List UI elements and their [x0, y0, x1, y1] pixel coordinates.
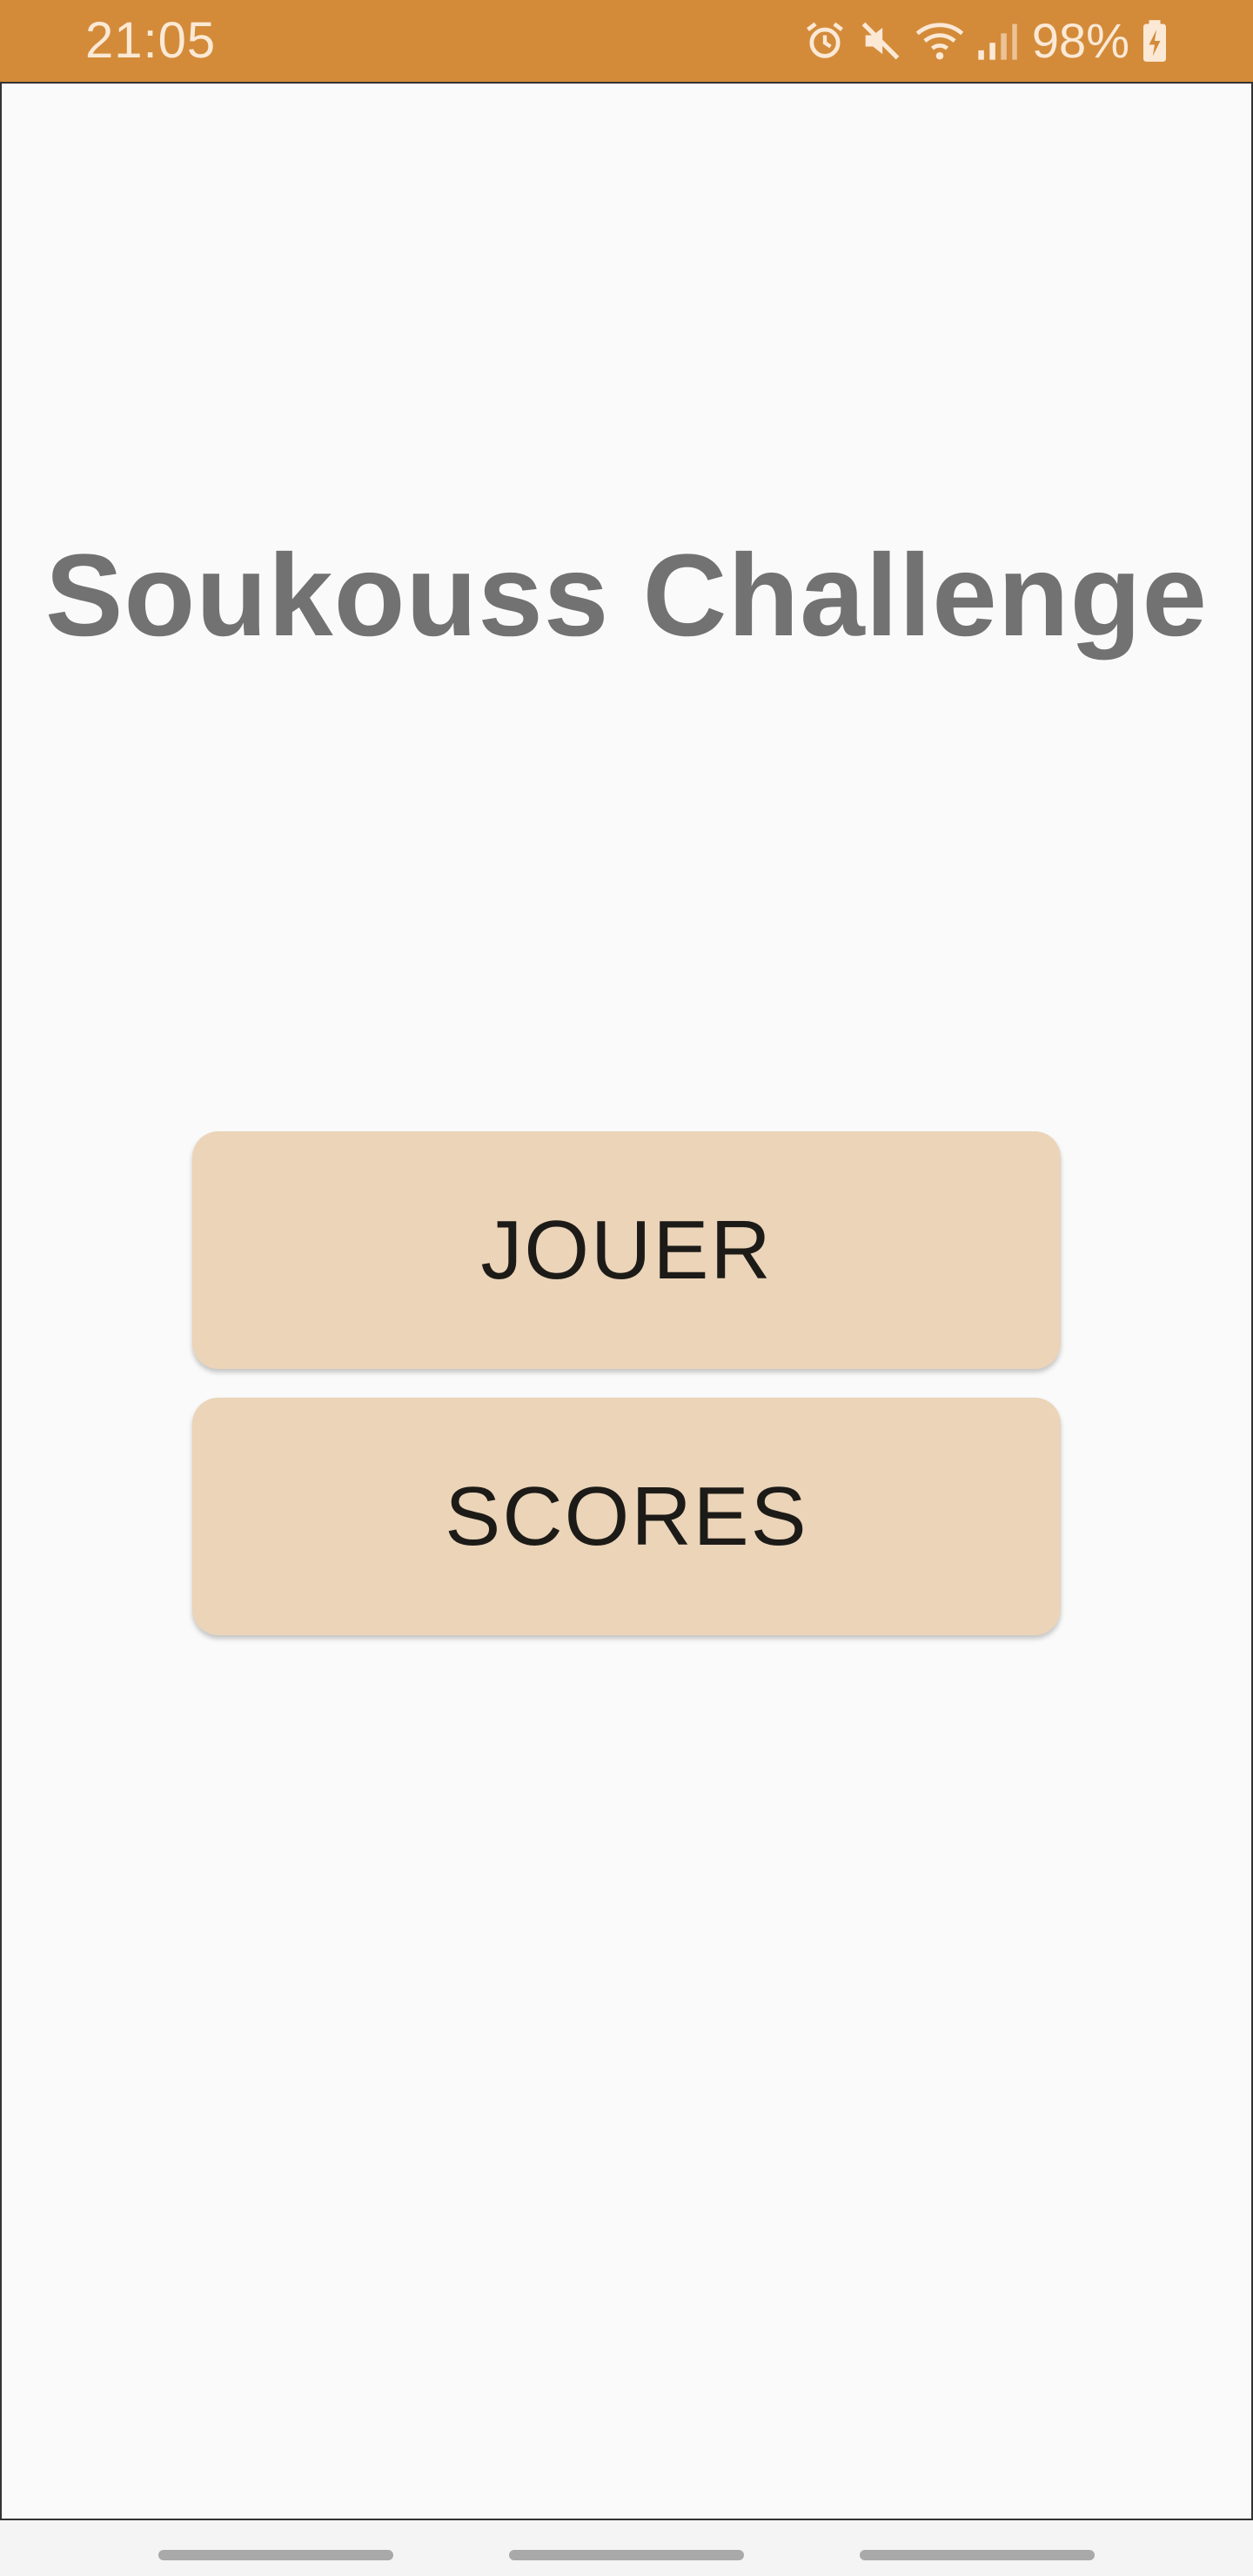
- status-time: 21:05: [85, 12, 217, 69]
- scores-button[interactable]: SCORES: [192, 1398, 1061, 1635]
- app-title: Soukouss Challenge: [45, 531, 1208, 661]
- nav-pill-right[interactable]: [860, 2550, 1095, 2560]
- status-icons: 98%: [802, 12, 1169, 70]
- alarm-icon: [802, 18, 848, 64]
- nav-pill-left[interactable]: [158, 2550, 393, 2560]
- navigation-bar: [0, 2520, 1253, 2576]
- play-button[interactable]: JOUER: [192, 1131, 1061, 1369]
- mute-icon: [858, 18, 903, 64]
- nav-pill-center[interactable]: [509, 2550, 744, 2560]
- battery-charging-icon: [1140, 18, 1169, 64]
- wifi-icon: [914, 18, 966, 64]
- status-bar: 21:05 98%: [0, 0, 1253, 82]
- battery-percentage: 98%: [1031, 13, 1129, 68]
- signal-icon: [976, 18, 1018, 64]
